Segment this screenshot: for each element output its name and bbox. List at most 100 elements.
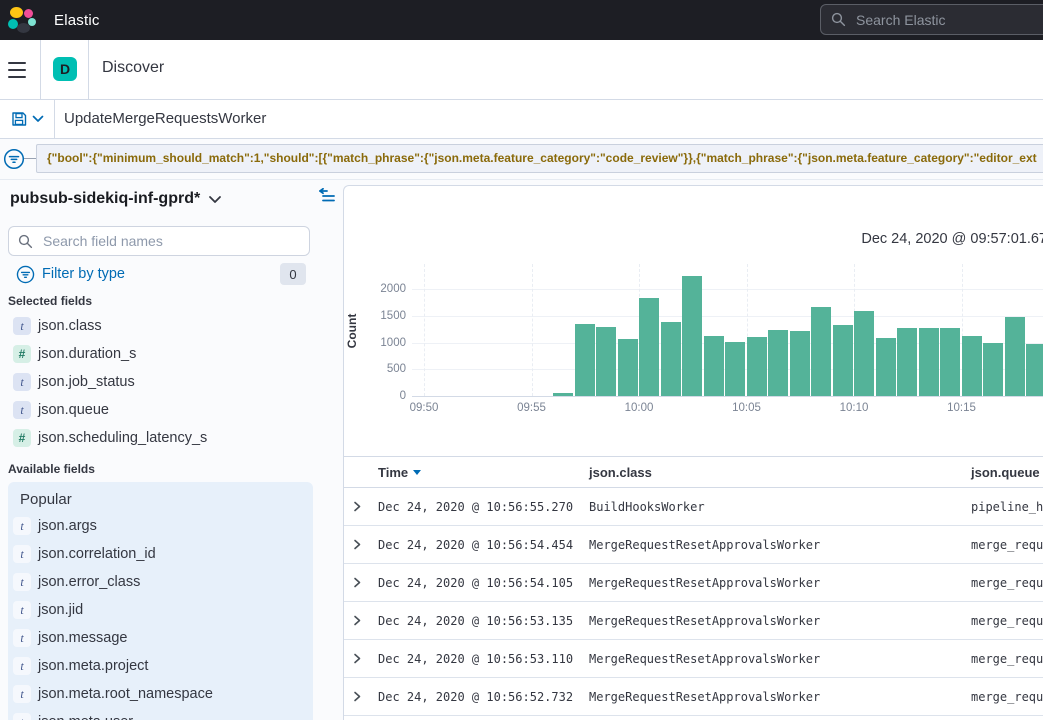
gridline-h [412,289,1043,290]
global-search-box[interactable] [820,4,1043,35]
chart-time-range: Dec 24, 2020 @ 09:57:01.67 [861,231,1043,247]
elastic-logo-icon[interactable] [8,6,36,34]
histogram-bar[interactable] [618,339,638,396]
string-type-icon: t [13,317,31,335]
field-item[interactable]: #json.duration_s [0,340,343,368]
class-cell: MergeRequestResetApprovalsWorker [589,614,971,628]
histogram-bar[interactable] [768,330,788,396]
time-cell: Dec 24, 2020 @ 10:56:55.270 [378,500,589,514]
document-table-rows: Dec 24, 2020 @ 10:56:55.270BuildHooksWor… [344,488,1043,716]
field-item[interactable]: tjson.meta.user [0,708,343,720]
expand-row-icon[interactable] [353,614,362,627]
histogram-bar[interactable] [575,324,595,396]
expand-row-icon[interactable] [353,538,362,551]
class-cell: MergeRequestResetApprovalsWorker [589,690,971,704]
save-query-button[interactable] [0,100,55,138]
histogram-bar[interactable] [790,331,810,396]
queue-cell: merge_reque [971,538,1043,552]
table-row: Dec 24, 2020 @ 10:56:53.110MergeRequestR… [344,640,1043,678]
selected-fields-heading: Selected fields [8,294,92,308]
column-header-time[interactable]: Time [378,465,589,480]
histogram-bar[interactable] [682,276,702,396]
expand-row-icon[interactable] [353,576,362,589]
field-item[interactable]: tjson.queue [0,396,343,424]
column-header-json-class[interactable]: json.class [589,465,971,480]
queue-cell: merge_reque [971,576,1043,590]
row-expander[interactable] [344,576,378,589]
field-item[interactable]: tjson.job_status [0,368,343,396]
field-item[interactable]: tjson.correlation_id [0,540,343,568]
histogram-bar[interactable] [1026,344,1043,396]
field-item[interactable]: tjson.error_class [0,568,343,596]
field-item[interactable]: tjson.args [0,512,343,540]
histogram-bar[interactable] [661,322,681,396]
table-row: Dec 24, 2020 @ 10:56:53.135MergeRequestR… [344,602,1043,640]
field-item[interactable]: t json.jid [0,596,343,624]
y-axis-label: Count [345,271,359,391]
table-header: Time json.class json.queue [344,456,1043,488]
filter-pill[interactable]: {"bool":{"minimum_should_match":1,"shoul… [36,144,1043,173]
x-axis-line [412,396,1043,397]
field-item[interactable]: t json.class [0,312,343,340]
global-search-input[interactable] [854,11,1034,29]
filter-by-type-button[interactable]: Filter by type 0 [16,262,310,286]
histogram-bar[interactable] [876,338,896,396]
menu-icon[interactable] [8,62,32,78]
histogram-bar[interactable] [897,328,917,396]
histogram-bar[interactable] [553,393,573,396]
expand-row-icon[interactable] [353,652,362,665]
space-badge[interactable]: D [53,57,77,81]
histogram-bar[interactable] [919,328,939,396]
histogram-bar[interactable] [833,325,853,396]
expand-row-icon[interactable] [353,690,362,703]
histogram-bar[interactable] [725,342,745,396]
histogram-bar[interactable] [940,328,960,396]
index-pattern-selector[interactable]: pubsub-sidekiq-inf-gprd* [10,190,222,208]
histogram-bar[interactable] [596,327,616,396]
expand-row-icon[interactable] [353,500,362,513]
search-icon [18,234,33,249]
kibana-discover-app: Elastic D Discover UpdateMerge [0,0,1043,720]
field-item[interactable]: tjson.message [0,624,343,652]
field-search-input[interactable] [41,232,281,250]
gridline-v [532,264,533,396]
field-item[interactable]: tjson.meta.root_namespace [0,680,343,708]
time-cell: Dec 24, 2020 @ 10:56:54.454 [378,538,589,552]
field-name: json.job_status [38,374,135,390]
query-input[interactable]: UpdateMergeRequestsWorker [64,100,266,138]
field-search-box[interactable] [8,226,310,256]
histogram-bar[interactable] [704,336,724,396]
row-expander[interactable] [344,538,378,551]
queue-cell: merge_reque [971,652,1043,666]
filter-circle-icon[interactable] [3,148,25,170]
field-name: json.jid [38,602,83,618]
gridline-v [424,264,425,396]
collapse-sidebar-icon[interactable] [318,188,336,203]
histogram-bar[interactable] [854,311,874,396]
row-expander[interactable] [344,500,378,513]
histogram-bar[interactable] [1005,317,1025,396]
histogram-bar[interactable] [639,298,659,396]
string-type-icon: t [13,629,31,647]
x-tick-label: 10:05 [723,402,771,414]
column-header-json-queue[interactable]: json.queue [971,465,1043,480]
row-expander[interactable] [344,690,378,703]
field-name: json.args [38,518,97,534]
field-item[interactable]: #json.scheduling_latency_s [0,424,343,452]
y-tick-label: 2000 [366,283,406,295]
x-tick-label: 10:10 [830,402,878,414]
field-name: json.correlation_id [38,546,156,562]
field-item[interactable]: tjson.meta.project [0,652,343,680]
string-type-icon: t [13,601,31,619]
field-name: json.class [38,318,102,334]
row-expander[interactable] [344,652,378,665]
field-name: json.meta.root_namespace [38,686,213,702]
nav-row: D Discover [0,40,1043,100]
histogram-bar[interactable] [747,337,767,396]
histogram-bar[interactable] [811,307,831,396]
breadcrumb[interactable]: Discover [102,59,164,77]
string-type-icon: t [13,401,31,419]
histogram-bar[interactable] [962,336,982,396]
row-expander[interactable] [344,614,378,627]
histogram-bar[interactable] [983,343,1003,396]
